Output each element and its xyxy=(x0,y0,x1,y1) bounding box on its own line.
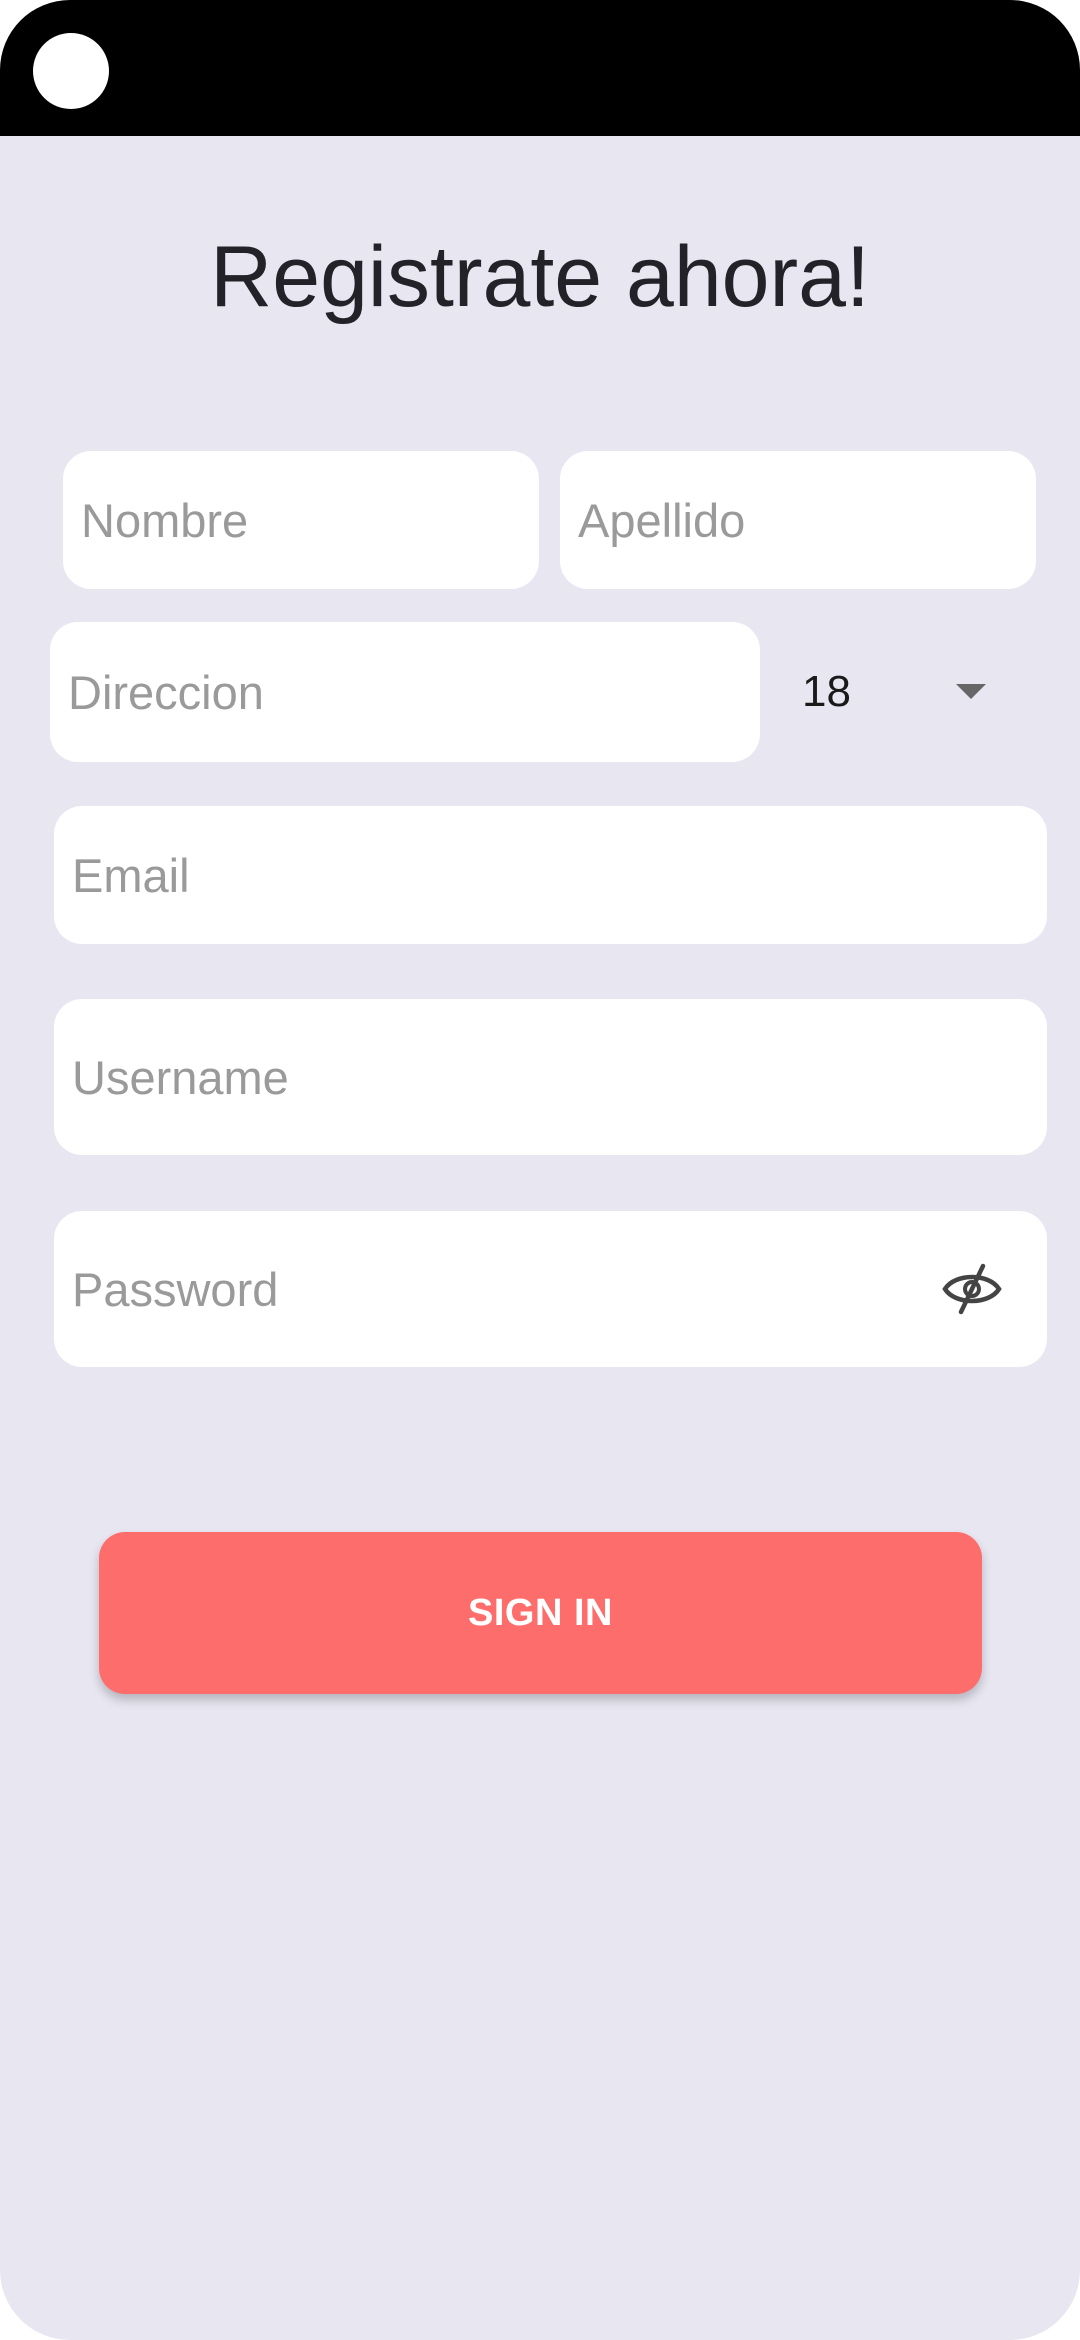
eye-off-icon[interactable] xyxy=(941,1261,1003,1317)
age-selected-value: 18 xyxy=(802,667,851,716)
chevron-down-icon xyxy=(956,684,986,699)
email-input[interactable] xyxy=(72,806,1029,944)
username-field-container xyxy=(54,999,1047,1155)
status-bar xyxy=(0,0,1080,136)
camera-cutout xyxy=(33,33,109,109)
sign-in-button[interactable]: SIGN IN xyxy=(99,1532,982,1694)
page-title: Registrate ahora! xyxy=(210,229,870,325)
direccion-input[interactable] xyxy=(68,622,742,762)
direccion-field-container xyxy=(50,622,760,762)
apellido-input[interactable] xyxy=(578,451,1018,589)
nombre-field-container xyxy=(63,451,539,589)
password-input[interactable] xyxy=(72,1211,915,1367)
username-input[interactable] xyxy=(72,999,1029,1155)
email-field-container xyxy=(54,806,1047,944)
apellido-field-container xyxy=(560,451,1036,589)
password-field-container xyxy=(54,1211,1047,1367)
age-dropdown[interactable]: 18 xyxy=(790,640,1020,744)
phone-screen: Registrate ahora! 18 SIGN IN xyxy=(0,0,1080,2340)
nombre-input[interactable] xyxy=(81,451,521,589)
